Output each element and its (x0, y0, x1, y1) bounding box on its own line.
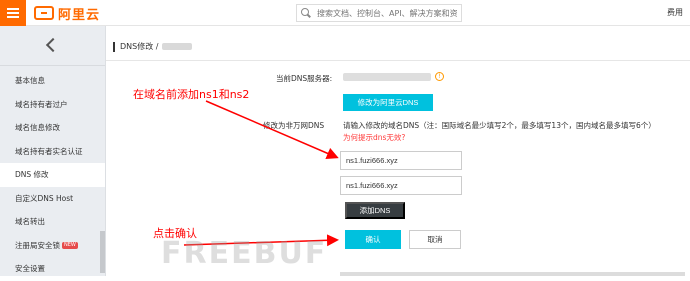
search-box[interactable] (296, 4, 462, 22)
sidebar-scrollbar[interactable] (100, 231, 105, 273)
search-input[interactable] (317, 8, 457, 18)
sidebar: 基本信息 域名持有者过户 域名信息修改 域名持有者实名认证 DNS 修改 自定义… (0, 26, 106, 276)
breadcrumb-bar (113, 41, 115, 52)
sidebar-item-label: 域名持有者实名认证 (15, 146, 83, 156)
menu-icon[interactable] (0, 0, 26, 26)
sidebar-item-label: 域名转出 (15, 217, 45, 226)
aliyun-logo-icon (34, 6, 54, 20)
sidebar-item-domain-transfer-out[interactable]: 域名转出 (0, 210, 105, 234)
top-bar: 阿里云 费用 (0, 0, 690, 26)
info-icon[interactable]: ! (435, 72, 444, 81)
sidebar-item-label: 注册局安全锁 (15, 240, 60, 250)
dns-instruction: 请输入修改的域名DNS（注：国际域名最少填写2个，最多填写13个，国内域名最多填… (343, 121, 656, 130)
back-button[interactable] (0, 26, 105, 66)
redacted-dns-value (343, 73, 431, 81)
divider (106, 60, 690, 61)
current-dns-label: 当前DNS服务器: (276, 74, 333, 83)
sidebar-item-label: 基本信息 (15, 76, 45, 85)
search-icon (301, 8, 311, 18)
non-aliyun-dns-label: 修改为非万网DNS (263, 121, 325, 130)
dns-input-1[interactable] (340, 151, 462, 170)
sidebar-item-dns-modify[interactable]: DNS 修改 (0, 163, 105, 187)
cancel-button[interactable]: 取消 (409, 230, 461, 249)
aliyun-logo[interactable]: 阿里云 (34, 5, 101, 23)
dns-invalid-hint-link[interactable]: 为何提示dns无效? (343, 132, 405, 143)
modify-to-aliyun-dns-button[interactable]: 修改为阿里云DNS (343, 94, 433, 111)
sidebar-item-info-modify[interactable]: 域名信息修改 (0, 116, 105, 140)
sidebar-item-custom-dns-host[interactable]: 自定义DNS Host (0, 187, 105, 211)
redacted-domain (162, 43, 193, 50)
sidebar-item-label: 自定义DNS Host (15, 193, 74, 203)
confirm-button[interactable]: 确认 (345, 230, 401, 249)
logo-text: 阿里云 (58, 7, 101, 23)
breadcrumb-text: DNS修改 / (120, 42, 159, 51)
sidebar-item-label: DNS 修改 (15, 170, 49, 179)
breadcrumb: DNS修改 / (113, 41, 193, 52)
fee-link[interactable]: 费用 (667, 7, 683, 18)
sidebar-item-security-settings[interactable]: 安全设置 (0, 257, 105, 281)
annotation-add-ns: 在域名前添加ns1和ns2 (133, 88, 250, 101)
watermark: FREEBUF (161, 236, 328, 271)
sidebar-item-holder-transfer[interactable]: 域名持有者过户 (0, 93, 105, 117)
sidebar-item-label: 安全设置 (15, 264, 45, 273)
add-dns-button[interactable]: 添加DNS (345, 202, 405, 219)
sidebar-item-label: 域名持有者过户 (15, 99, 68, 109)
chevron-left-icon (45, 38, 57, 52)
sidebar-item-realname-auth[interactable]: 域名持有者实名认证 (0, 140, 105, 164)
new-badge: NEW (62, 242, 78, 249)
horizontal-scrollbar[interactable] (340, 272, 685, 276)
sidebar-item-basic-info[interactable]: 基本信息 (0, 69, 105, 93)
sidebar-item-registry-lock[interactable]: 注册局安全锁 NEW (0, 234, 105, 258)
sidebar-item-label: 域名信息修改 (15, 123, 60, 132)
dns-input-2[interactable] (340, 176, 462, 195)
